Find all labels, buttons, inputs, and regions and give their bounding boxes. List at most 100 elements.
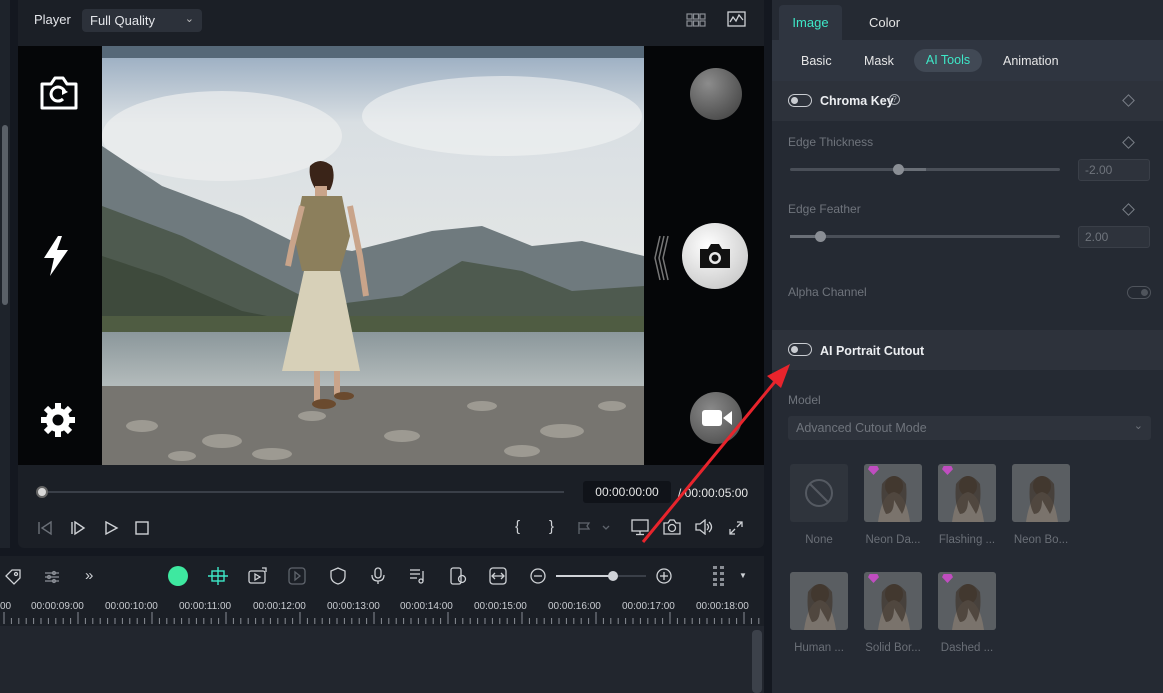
grid-view-icon[interactable]	[686, 13, 706, 27]
edge-feather-label: Edge Feather	[788, 202, 861, 216]
edge-thickness-input[interactable]: -2.00	[1078, 159, 1150, 181]
zoom-in-icon[interactable]	[656, 568, 672, 584]
stop-icon[interactable]	[134, 520, 150, 536]
layout-grid-icon[interactable]	[712, 565, 726, 587]
model-value: Advanced Cutout Mode	[796, 421, 927, 435]
smart-cut-icon[interactable]	[208, 567, 228, 585]
ruler-tick-label: 00:00:12:00	[253, 601, 306, 612]
snapshot-icon[interactable]	[663, 519, 681, 535]
model-label: Model	[788, 393, 821, 407]
fit-timeline-icon[interactable]	[489, 567, 507, 585]
preset-flashing[interactable]	[938, 464, 996, 522]
play-frame-icon[interactable]	[70, 520, 86, 536]
ruler-tick-label: 00:00:17:00	[622, 601, 675, 612]
preset-label: Human ...	[794, 642, 844, 654]
tab-color[interactable]: Color	[869, 15, 900, 30]
ruler-tick-label: 00:00:16:00	[548, 601, 601, 612]
stabilize-icon[interactable]	[288, 567, 306, 585]
ai-portrait-toggle[interactable]	[788, 343, 812, 356]
ruler-tick-label: 00:00:13:00	[327, 601, 380, 612]
subtab-animation[interactable]: Animation	[1003, 54, 1059, 68]
preset-label: Flashing ...	[938, 534, 996, 546]
ai-tag-icon[interactable]	[4, 568, 22, 586]
flash-icon	[44, 236, 68, 276]
preset-label: Neon Da...	[865, 534, 921, 546]
alpha-channel-toggle[interactable]	[1127, 286, 1151, 299]
mark-out-icon[interactable]: }	[549, 519, 554, 535]
timeline-scrollbar[interactable]	[752, 630, 762, 693]
timeline-tracks[interactable]	[0, 626, 764, 693]
clip-settings-icon[interactable]	[449, 567, 467, 585]
camera-switch-icon	[40, 76, 78, 110]
ruler-tick-label: 00:00:18:00	[696, 601, 749, 612]
subtab-ai-tools[interactable]: AI Tools	[914, 49, 982, 72]
chroma-key-toggle[interactable]	[788, 94, 812, 107]
zoom-out-icon[interactable]	[530, 568, 546, 584]
duration-timecode: / 00:00:05:00	[678, 486, 749, 500]
subtab-basic[interactable]: Basic	[801, 54, 832, 68]
ai-portrait-label: AI Portrait Cutout	[820, 344, 925, 358]
shield-icon[interactable]	[330, 567, 346, 585]
fullscreen-icon[interactable]	[728, 520, 744, 536]
camera-icon	[700, 244, 730, 268]
ruler-tick-label: 00:00:11:00	[179, 601, 232, 612]
preset-label: Solid Bor...	[865, 642, 921, 654]
waveform-icon[interactable]	[727, 11, 746, 27]
preset-label: Dashed ...	[940, 642, 994, 654]
chevron-down-icon: ⌄	[1133, 420, 1143, 432]
preset-neon-border[interactable]	[1012, 464, 1070, 522]
edge-thickness-knob[interactable]	[893, 164, 904, 175]
ruler-tick-label: 00:00:14:00	[400, 601, 453, 612]
preset-label: Neon Bo...	[1013, 534, 1069, 546]
edge-thickness-slider[interactable]	[790, 168, 1060, 171]
audio-list-icon[interactable]	[409, 567, 427, 585]
edge-thickness-label: Edge Thickness	[788, 135, 874, 149]
preset-label: None	[805, 534, 833, 546]
preview-image	[102, 46, 644, 465]
preset-neon-dazzle[interactable]	[864, 464, 922, 522]
ruler-tick-label: 00:00:15:00	[474, 601, 527, 612]
more-tools-icon[interactable]: »	[85, 567, 93, 584]
ruler-tick-label: 00:00:10:00	[105, 601, 158, 612]
swipe-handle-icon	[654, 235, 669, 281]
edge-feather-knob[interactable]	[815, 231, 826, 242]
volume-icon[interactable]	[695, 519, 713, 535]
scrub-track[interactable]	[42, 491, 564, 493]
playhead-knob[interactable]	[36, 486, 48, 498]
edge-feather-input[interactable]: 2.00	[1078, 226, 1150, 248]
preset-dashed-border[interactable]	[938, 572, 996, 630]
chevron-down-icon: ⌄	[184, 13, 194, 25]
preset-none[interactable]	[790, 464, 848, 522]
zoom-slider-track[interactable]	[556, 575, 646, 577]
player-label: Player	[34, 12, 71, 27]
preset-solid-border[interactable]	[864, 572, 922, 630]
marker-dropdown-icon[interactable]	[577, 520, 613, 536]
ruler-tick-label: 00:00:09:00	[31, 601, 84, 612]
preset-human-border[interactable]	[790, 572, 848, 630]
tab-image[interactable]: Image	[779, 5, 842, 40]
ai-copilot-icon[interactable]	[168, 566, 188, 586]
quality-value: Full Quality	[90, 13, 156, 28]
layout-dropdown-icon[interactable]: ▼	[739, 571, 747, 580]
auto-reframe-icon[interactable]	[248, 567, 268, 585]
model-dropdown[interactable]: Advanced Cutout Mode ⌄	[788, 416, 1151, 440]
display-icon[interactable]	[631, 519, 649, 536]
quality-dropdown[interactable]: Full Quality ⌄	[82, 9, 202, 32]
subtab-mask[interactable]: Mask	[864, 54, 894, 68]
video-camera-icon	[702, 410, 732, 426]
settings-gear-icon	[41, 403, 75, 437]
help-icon[interactable]: ?	[889, 94, 900, 105]
gallery-thumbnail-button	[690, 68, 742, 120]
play-icon[interactable]	[103, 520, 119, 536]
current-timecode[interactable]: 00:00:00:00	[583, 481, 671, 503]
microphone-icon[interactable]	[371, 567, 385, 585]
mark-in-icon[interactable]: {	[515, 519, 520, 535]
chroma-key-label: Chroma Key	[820, 94, 894, 108]
ruler-tick-label: 00	[0, 601, 12, 612]
left-scrollbar[interactable]	[2, 125, 8, 305]
edge-feather-slider[interactable]	[790, 235, 1060, 238]
previous-frame-icon[interactable]	[37, 520, 53, 536]
adjust-icon[interactable]	[44, 569, 60, 585]
zoom-slider-knob[interactable]	[608, 571, 618, 581]
alpha-channel-label: Alpha Channel	[788, 285, 867, 299]
